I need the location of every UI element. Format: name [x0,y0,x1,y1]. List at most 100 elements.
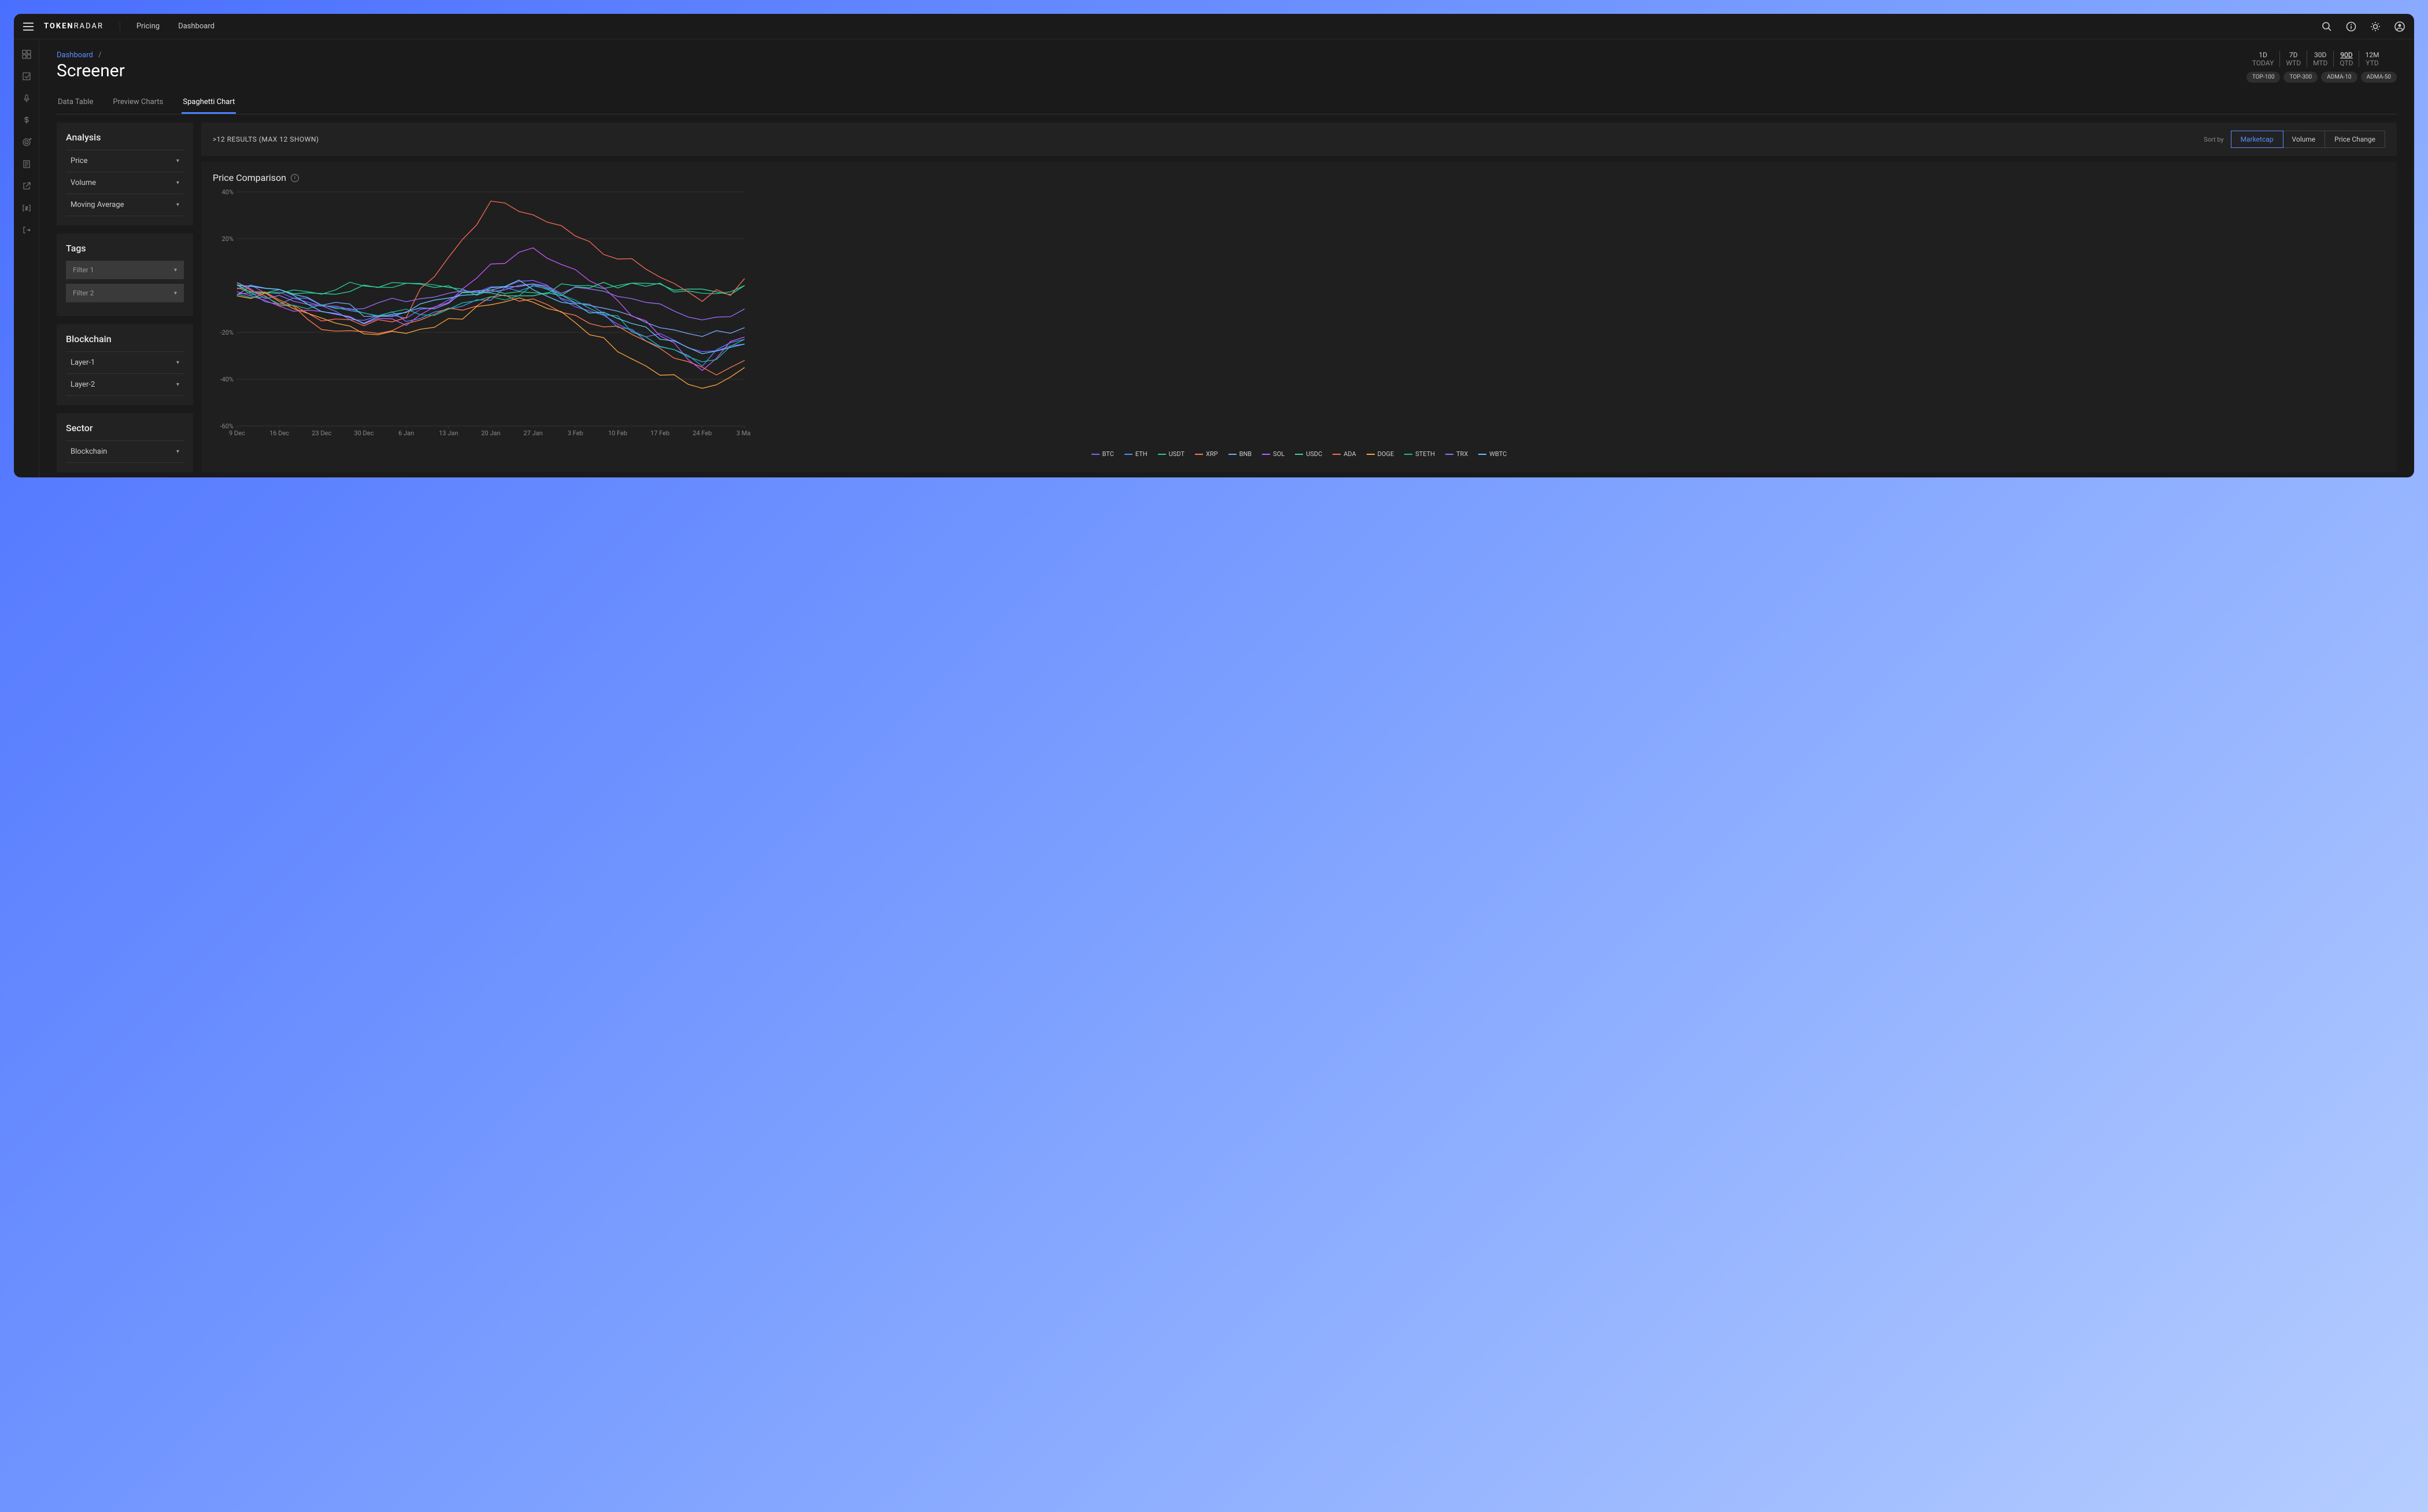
tab-data-table[interactable]: Data Table [57,92,94,114]
nav-pricing[interactable]: Pricing [136,22,160,31]
svg-text:27 Jan: 27 Jan [524,429,543,437]
sort-label: Sort by [2204,136,2223,143]
range-12m[interactable]: 12MYTD [2359,51,2385,67]
panel-title: Tags [66,243,184,254]
app-window: TOKENRADAR Pricing Dashboard [14,14,2414,477]
dropdown-filter-2[interactable]: Filter 2▾ [66,284,184,302]
results-text: >12 RESULTS (MAX 12 SHOWN) [213,135,319,143]
legend-steth[interactable]: STETH [1404,450,1435,458]
chart-panel: Price Comparison i 40%20%-20%-40%-60%9 D… [201,162,2397,472]
svg-text:17 Feb: 17 Feb [650,429,669,437]
sort-volume[interactable]: Volume [2283,131,2326,147]
legend-wbtc[interactable]: WBTC [1478,450,1507,458]
theme-icon[interactable] [2370,21,2381,32]
range-container: 1DTODAY7DWTD30DMTD90DQTD12MYTD TOP-100TO… [2246,51,2397,83]
svg-text:10 Feb: 10 Feb [608,429,627,437]
range-7d[interactable]: 7DWTD [2280,51,2307,67]
legend-sol[interactable]: SOL [1262,450,1285,458]
chart-title: Price Comparison i [213,172,2385,183]
breadcrumb-sep: / [98,51,101,60]
sort-button-group: MarketcapVolumePrice Change [2231,131,2385,148]
chip-top-100[interactable]: TOP-100 [2246,72,2281,83]
menu-icon[interactable] [23,23,34,31]
svg-text:24 Feb: 24 Feb [693,429,712,437]
legend-trx[interactable]: TRX [1445,450,1468,458]
header-row: Dashboard / Screener 1DTODAY7DWTD30DMTD9… [57,51,2397,83]
sidebar-iconbar [14,39,39,477]
legend-eth[interactable]: ETH [1124,450,1148,458]
sidebar-external-icon[interactable] [22,181,31,191]
sidebar-bracket-icon[interactable] [22,203,31,213]
sidebar-token-icon[interactable] [22,72,31,81]
sidebar-dashboard-icon[interactable] [22,50,31,59]
search-icon[interactable] [2322,21,2332,32]
svg-text:23 Dec: 23 Dec [312,429,331,437]
svg-text:-20%: -20% [220,329,234,336]
tab-spaghetti-chart[interactable]: Spaghetti Chart [182,92,236,114]
panel-title: Blockchain [66,333,184,344]
accordion-price[interactable]: Price▾ [66,150,184,172]
filters-column: Analysis Price▾Volume▾Moving Average▾ Ta… [57,123,193,472]
sort-marketcap[interactable]: Marketcap [2231,131,2283,148]
panel-title: Analysis [66,132,184,143]
chart-area: >12 RESULTS (MAX 12 SHOWN) Sort by Marke… [201,123,2397,472]
sidebar-logout-icon[interactable] [22,225,31,235]
svg-text:6 Jan: 6 Jan [398,429,414,437]
legend-doge[interactable]: DOGE [1367,450,1394,458]
accordion-layer-1[interactable]: Layer-1▾ [66,351,184,373]
body-split: Analysis Price▾Volume▾Moving Average▾ Ta… [57,123,2397,472]
accordion-moving-average[interactable]: Moving Average▾ [66,194,184,216]
tab-preview-charts[interactable]: Preview Charts [112,92,164,114]
sidebar-dollar-icon[interactable] [22,116,31,125]
content: Dashboard / Screener 1DTODAY7DWTD30DMTD9… [39,39,2414,477]
svg-text:16 Dec: 16 Dec [269,429,289,437]
sort-price-change[interactable]: Price Change [2325,131,2385,147]
info-icon[interactable]: i [291,174,299,182]
sidebar-doc-icon[interactable] [22,160,31,169]
view-tabs: Data Table Preview Charts Spaghetti Chart [57,92,2397,114]
svg-text:20%: 20% [222,235,234,243]
svg-text:-40%: -40% [220,376,234,383]
nav-dashboard[interactable]: Dashboard [178,22,214,31]
svg-text:40%: 40% [222,189,234,196]
range-30d[interactable]: 30DMTD [2307,51,2334,67]
dropdown-filter-1[interactable]: Filter 1▾ [66,261,184,279]
nav-links: Pricing Dashboard [136,22,214,31]
chart-wrap: 40%20%-20%-40%-60%9 Dec16 Dec23 Dec30 De… [213,189,2385,458]
info-icon[interactable] [2346,21,2356,32]
chip-top-300[interactable]: TOP-300 [2283,72,2318,83]
chevron-down-icon: ▾ [176,360,179,366]
time-ranges: 1DTODAY7DWTD30DMTD90DQTD12MYTD [2246,51,2397,67]
user-icon[interactable] [2394,21,2405,32]
chip-adma-10[interactable]: ADMA-10 [2321,72,2357,83]
legend-usdt[interactable]: USDT [1158,450,1185,458]
legend-bnb[interactable]: BNB [1228,450,1252,458]
topbar: TOKENRADAR Pricing Dashboard [14,14,2414,39]
chip-adma-50[interactable]: ADMA-50 [2361,72,2397,83]
sidebar-mic-icon[interactable] [22,94,31,103]
chevron-down-icon: ▾ [174,267,177,273]
legend-btc[interactable]: BTC [1091,450,1114,458]
filter-chips: TOP-100TOP-300ADMA-10 ADMA-50 [2246,72,2397,83]
range-90d[interactable]: 90DQTD [2334,51,2359,67]
accordion-blockchain[interactable]: Blockchain▾ [66,440,184,463]
svg-text:20 Jan: 20 Jan [481,429,500,437]
panel-title: Sector [66,423,184,433]
panel-sector: Sector Blockchain▾ [57,413,193,472]
spaghetti-chart: 40%20%-20%-40%-60%9 Dec16 Dec23 Dec30 De… [213,189,750,443]
brand-logo: TOKENRADAR [44,22,120,31]
accordion-volume[interactable]: Volume▾ [66,172,184,194]
sidebar-target-icon[interactable] [22,138,31,147]
legend-xrp[interactable]: XRP [1195,450,1218,458]
chevron-down-icon: ▾ [176,158,179,164]
panel-tags: Tags Filter 1▾ Filter 2▾ [57,234,193,316]
panel-blockchain: Blockchain Layer-1▾Layer-2▾ [57,324,193,405]
chevron-down-icon: ▾ [176,449,179,455]
accordion-layer-2[interactable]: Layer-2▾ [66,373,184,396]
range-1d[interactable]: 1DTODAY [2246,51,2281,67]
legend-usdc[interactable]: USDC [1295,450,1322,458]
breadcrumb-root[interactable]: Dashboard [57,51,93,60]
results-bar: >12 RESULTS (MAX 12 SHOWN) Sort by Marke… [201,123,2397,156]
legend-ada[interactable]: ADA [1333,450,1356,458]
chevron-down-icon: ▾ [176,180,179,186]
